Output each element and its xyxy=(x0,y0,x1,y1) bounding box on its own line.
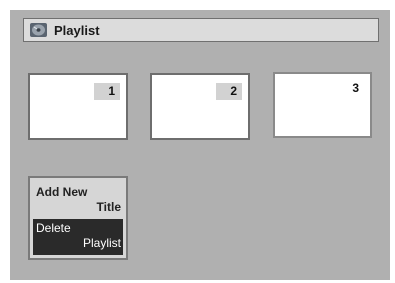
menu-item-label: Add New xyxy=(36,185,88,199)
playlist-thumbnail-1[interactable]: 1 xyxy=(28,73,128,140)
menu-item-label: Delete xyxy=(36,221,71,235)
thumbnail-number: 3 xyxy=(352,81,359,95)
title-bar: Playlist xyxy=(23,18,379,42)
disc-icon xyxy=(30,23,47,37)
page-title: Playlist xyxy=(54,22,100,38)
menu-item-label: Playlist xyxy=(82,236,121,250)
thumbnail-number: 2 xyxy=(216,83,242,100)
playlist-thumbnail-3[interactable]: 3 xyxy=(273,72,372,138)
delete-playlist-menu-item[interactable]: Delete Playlist xyxy=(33,219,123,255)
add-new-title-menu-item[interactable]: Add New Title xyxy=(33,185,123,215)
menu-item-label: Title xyxy=(96,200,121,214)
thumbnail-number: 1 xyxy=(94,83,120,100)
context-menu: Add New Title Delete Playlist xyxy=(28,176,128,260)
playlist-thumbnail-2[interactable]: 2 xyxy=(150,73,250,140)
playlist-screen: Playlist 1 2 3 Add New Title Delete Play… xyxy=(10,10,390,280)
